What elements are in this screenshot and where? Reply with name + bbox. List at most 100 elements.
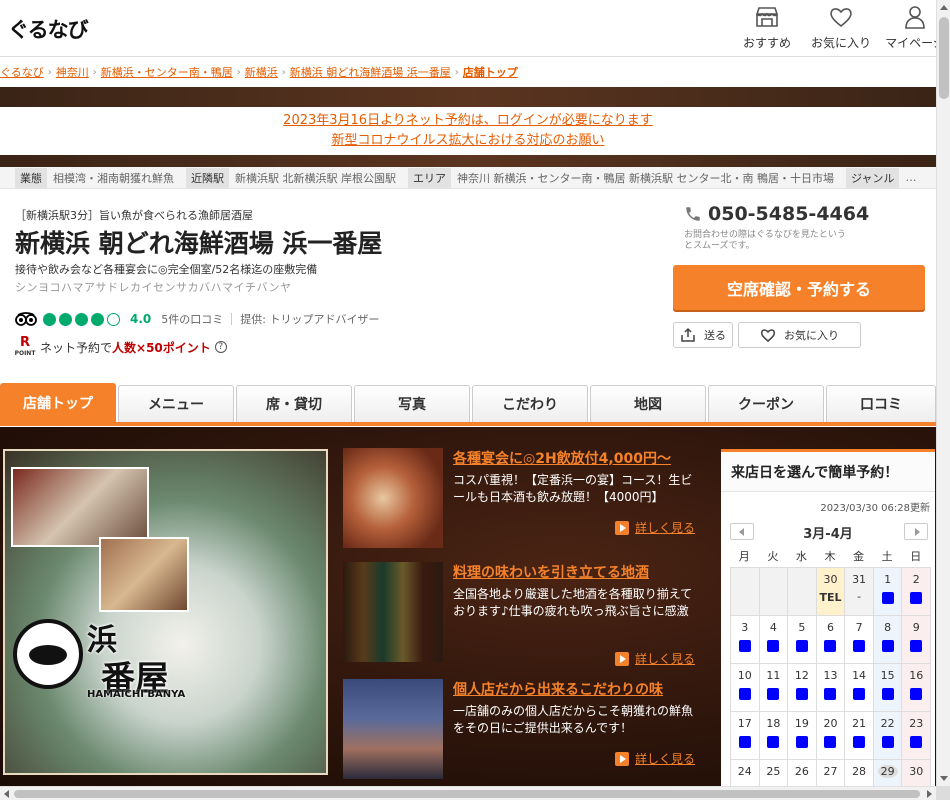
scroll-up-icon[interactable] <box>940 5 948 10</box>
calendar-day[interactable]: 11 <box>758 663 789 712</box>
reserve-button[interactable]: 空席確認・予約する <box>673 265 925 310</box>
calendar-day[interactable]: 17 <box>730 711 760 760</box>
feature-title[interactable]: 料理の味わいを引き立てる地酒 <box>453 562 649 582</box>
calendar-day[interactable]: 1 <box>872 567 903 616</box>
available-mark-icon[interactable] <box>910 592 923 604</box>
breadcrumb-current[interactable]: 店舗トップ <box>463 64 518 80</box>
calendar-day[interactable]: 14 <box>844 663 874 712</box>
calendar-day[interactable]: 19 <box>787 711 817 760</box>
available-mark-icon[interactable] <box>738 688 751 700</box>
phone-number[interactable]: 050-5485-4464 <box>684 203 869 225</box>
feature-title[interactable]: 個人店だから出来るこだわりの味 <box>453 679 663 699</box>
available-mark-icon[interactable] <box>910 688 923 700</box>
available-mark-icon[interactable] <box>910 736 923 748</box>
tripadvisor-rating[interactable]: 4.0 5件の口コミ 提供: トリップアドバイザー <box>15 311 379 327</box>
feature-thumb[interactable] <box>343 679 443 779</box>
calendar-day[interactable]: 30 TEL <box>815 567 846 616</box>
available-mark-icon[interactable] <box>767 688 780 700</box>
tab-top[interactable]: 店舗トップ <box>0 383 116 422</box>
available-mark-icon[interactable] <box>795 688 808 700</box>
tab-menu[interactable]: メニュー <box>118 385 234 422</box>
calendar-day[interactable]: 22 <box>872 711 903 760</box>
feature-more-link[interactable]: 詳しく見る <box>615 650 695 667</box>
help-icon[interactable]: ? <box>214 341 227 353</box>
calendar-day[interactable]: 13 <box>815 663 846 712</box>
share-button[interactable]: 送る <box>673 322 733 348</box>
notice-covid-link[interactable]: 新型コロナウイルス拡大における対応のお願い <box>0 131 936 151</box>
feature-thumb[interactable] <box>343 448 443 548</box>
notice-login-link[interactable]: 2023年3月16日よりネット予約は、ログインが必要になります <box>0 111 936 131</box>
nav-favorites[interactable]: お気に入り <box>806 4 876 51</box>
tab-seats[interactable]: 席・貸切 <box>236 385 352 422</box>
tag-nearby-station: 近隣駅 <box>186 167 229 188</box>
available-mark-icon[interactable] <box>881 640 894 652</box>
calendar-day[interactable]: 12 <box>787 663 817 712</box>
calendar-day[interactable]: 20 <box>815 711 846 760</box>
available-mark-icon[interactable] <box>910 640 923 652</box>
calendar-day[interactable]: 2 <box>901 567 931 616</box>
available-mark-icon[interactable] <box>824 640 837 652</box>
scroll-right-icon[interactable] <box>927 790 932 798</box>
feature-text: 全国各地より厳選した地酒を各種取り揃えております♪仕事の疲れも吹っ飛ぶ旨さに感激 <box>453 587 693 618</box>
gurunavi-logo[interactable]: ぐるなび <box>8 14 89 44</box>
available-mark-icon[interactable] <box>738 640 751 652</box>
calendar-day[interactable]: 18 <box>758 711 789 760</box>
available-mark-icon[interactable] <box>853 688 866 700</box>
scroll-down-icon[interactable] <box>940 776 948 781</box>
scroll-thumb[interactable] <box>939 17 949 99</box>
scroll-thumb[interactable] <box>14 790 920 798</box>
calendar-day[interactable]: 6 <box>815 615 846 664</box>
scroll-left-icon[interactable] <box>4 790 9 798</box>
available-mark-icon[interactable] <box>881 592 894 604</box>
calendar-next-button[interactable] <box>904 523 928 540</box>
calendar-day[interactable]: 10 <box>730 663 760 712</box>
calendar-day[interactable]: 9 <box>901 615 931 664</box>
breadcrumb-item[interactable]: ぐるなび <box>0 64 44 80</box>
nav-recommend[interactable]: おすすめ <box>732 4 802 51</box>
calendar-day[interactable]: 3 <box>730 615 760 664</box>
available-mark-icon[interactable] <box>881 688 894 700</box>
calendar-day[interactable]: 7 <box>844 615 874 664</box>
available-mark-icon[interactable] <box>824 736 837 748</box>
feature-more-link[interactable]: 詳しく見る <box>615 750 695 767</box>
breadcrumb-item[interactable]: 新横浜 <box>245 64 278 80</box>
available-mark-icon[interactable] <box>738 736 751 748</box>
area-value[interactable]: 神奈川 新横浜・センター南・鴨居 新横浜駅 センター北・南 鴨居・十日市場 <box>457 170 834 186</box>
calendar-day[interactable]: 4 <box>758 615 789 664</box>
available-mark-icon[interactable] <box>824 688 837 700</box>
breadcrumb-item[interactable]: 神奈川 <box>56 64 89 80</box>
available-mark-icon[interactable] <box>795 640 808 652</box>
tab-coupon[interactable]: クーポン <box>708 385 824 422</box>
calendar-day[interactable]: 21 <box>844 711 874 760</box>
breadcrumb-item[interactable]: 新横浜・センター南・鴨居 <box>101 64 233 80</box>
calendar-empty-cell <box>758 567 789 616</box>
calendar-day[interactable]: 16 <box>901 663 931 712</box>
tab-reviews[interactable]: 口コミ <box>826 385 936 422</box>
feature-more-link[interactable]: 詳しく見る <box>615 519 695 536</box>
tab-photos[interactable]: 写真 <box>354 385 470 422</box>
available-mark-icon[interactable] <box>767 640 780 652</box>
vertical-scrollbar[interactable] <box>936 0 950 786</box>
nearby-station-value[interactable]: 新横浜駅 北新横浜駅 岸根公園駅 <box>235 170 396 186</box>
calendar-day[interactable]: 15 <box>872 663 903 712</box>
genre-value[interactable]: … <box>905 171 916 184</box>
breadcrumb-item[interactable]: 新横浜 朝どれ海鮮酒場 浜一番屋 <box>290 64 451 80</box>
feature-title[interactable]: 各種宴会に◎2H飲放付4,000円〜 <box>453 448 671 468</box>
favorite-button[interactable]: お気に入り <box>738 322 861 348</box>
calendar-day[interactable]: 8 <box>872 615 903 664</box>
horizontal-scrollbar[interactable] <box>0 786 936 800</box>
available-mark-icon[interactable] <box>853 736 866 748</box>
feature-thumb[interactable] <box>343 562 443 662</box>
tab-features[interactable]: こだわり <box>472 385 588 422</box>
calendar-month: 3月-4月 <box>803 527 853 542</box>
calendar-day[interactable]: 5 <box>787 615 817 664</box>
tab-map[interactable]: 地図 <box>590 385 706 422</box>
available-mark-icon[interactable] <box>853 640 866 652</box>
hero-main-photo[interactable]: 浜 番屋 HAMAICHI BANYA <box>3 449 328 775</box>
available-mark-icon[interactable] <box>767 736 780 748</box>
available-mark-icon[interactable] <box>795 736 808 748</box>
review-count[interactable]: 5件の口コミ <box>161 311 223 327</box>
day-number: 17 <box>737 717 752 730</box>
available-mark-icon[interactable] <box>881 736 894 748</box>
calendar-day[interactable]: 23 <box>901 711 931 760</box>
